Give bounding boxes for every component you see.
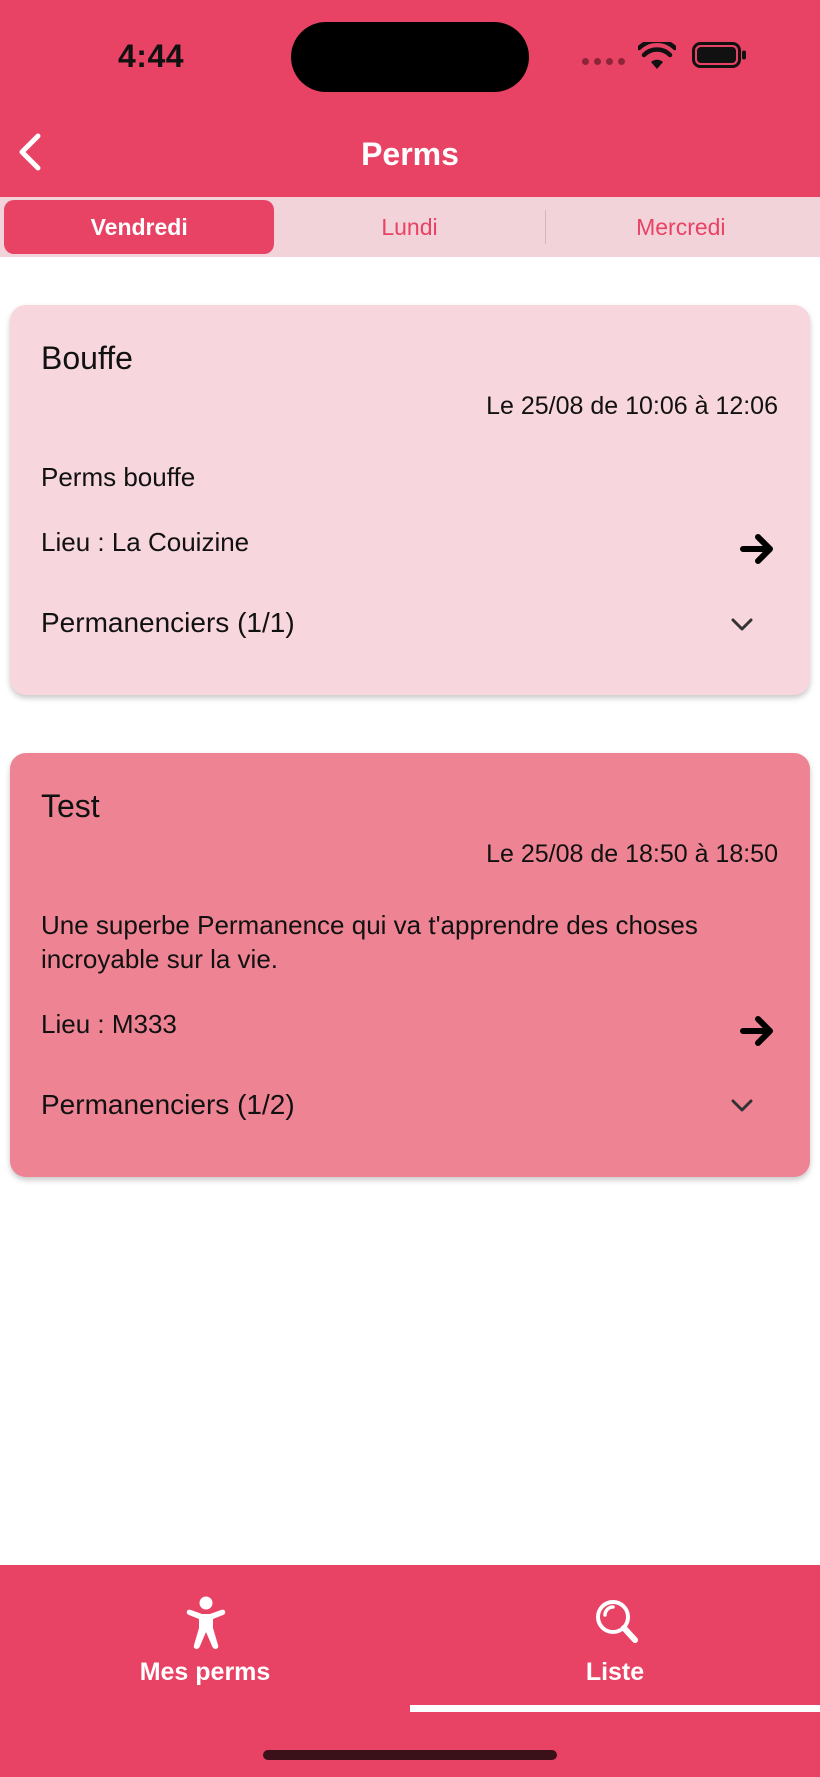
cellular-signal-icon [582, 58, 625, 65]
nav-label-liste: Liste [585, 1658, 645, 1686]
permanenciers-toggle[interactable]: Permanenciers (1/1) [41, 607, 295, 639]
arrow-right-icon[interactable] [740, 1015, 776, 1047]
perm-card[interactable]: Bouffe Le 25/08 de 10:06 à 12:06 Perms b… [10, 305, 810, 695]
perm-description: Une superbe Permanence qui va t'apprendr… [41, 910, 698, 974]
perm-time: Le 25/08 de 18:50 à 18:50 [486, 840, 778, 868]
permanenciers-toggle[interactable]: Permanenciers (1/2) [41, 1089, 295, 1121]
nav-mes-perms[interactable]: Mes perms [0, 1565, 410, 1715]
nav-liste[interactable]: Liste [410, 1565, 820, 1715]
perm-description: Perms bouffe [41, 462, 196, 492]
perm-card[interactable]: Test Le 25/08 de 18:50 à 18:50 Une super… [10, 753, 810, 1177]
status-time: 4:44 [118, 38, 185, 74]
page-title: Perms [361, 136, 459, 172]
header: 4:44 Perms [0, 0, 820, 197]
perm-location: Lieu : M333 [41, 1009, 177, 1039]
bottom-navigation: Mes perms Liste [0, 1565, 820, 1777]
wifi-icon [638, 42, 676, 69]
selected-tab-indicator [410, 1705, 820, 1712]
arrow-right-icon[interactable] [740, 533, 776, 565]
perm-time: Le 25/08 de 10:06 à 12:06 [486, 392, 778, 420]
chevron-down-icon[interactable] [730, 1098, 754, 1114]
app-screen: 4:44 Perms Vendredi Lundi Mercredi Bouff… [0, 0, 820, 1777]
chevron-down-icon[interactable] [730, 617, 754, 633]
tab-vendredi[interactable]: Vendredi [4, 200, 275, 254]
perm-title: Bouffe [41, 340, 133, 376]
tab-mercredi[interactable]: Mercredi [546, 200, 816, 254]
accessibility-person-icon [186, 1596, 226, 1649]
nav-label-mes-perms: Mes perms [139, 1658, 271, 1686]
tab-lundi[interactable]: Lundi [274, 200, 544, 254]
perm-title: Test [41, 788, 100, 824]
perm-location: Lieu : La Couizine [41, 527, 250, 557]
battery-icon [692, 42, 746, 68]
home-indicator[interactable] [263, 1750, 557, 1760]
search-icon [596, 1600, 638, 1643]
dynamic-island [291, 22, 529, 92]
day-tabs: Vendredi Lundi Mercredi [0, 197, 820, 257]
